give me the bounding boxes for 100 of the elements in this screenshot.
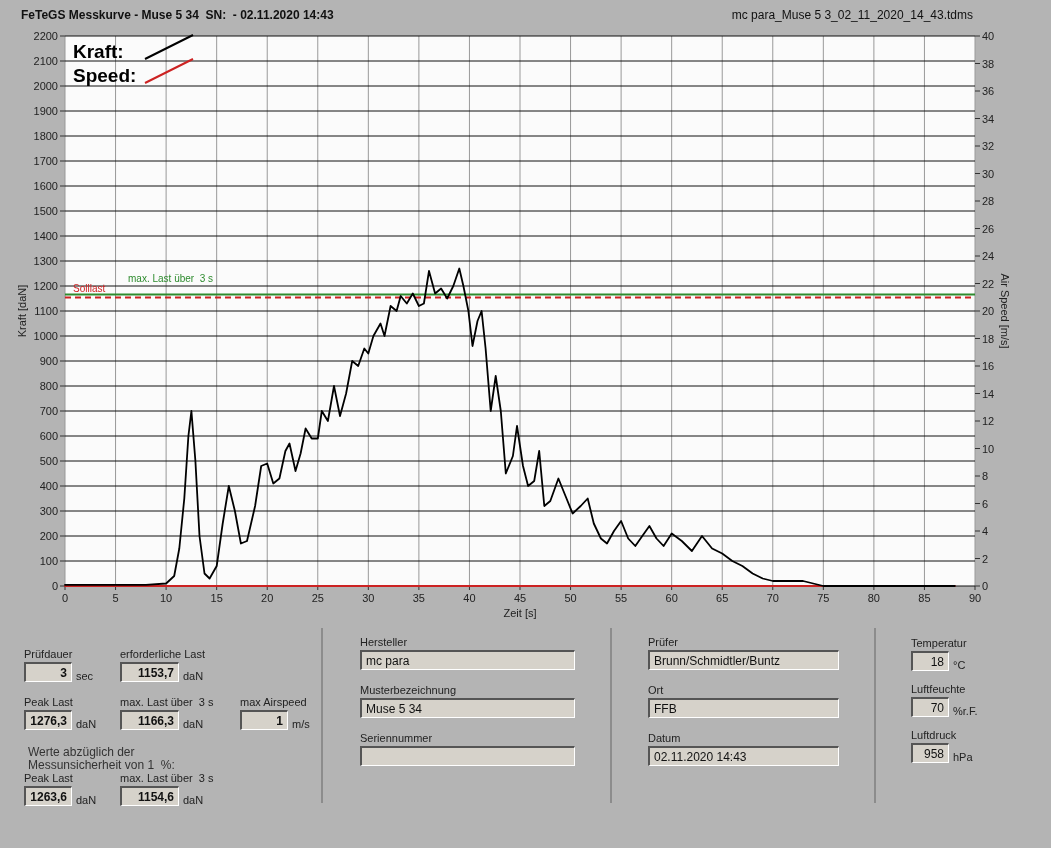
unit-label: %r.F. [953,705,978,717]
x-axis-label: Zeit [s] [503,607,537,619]
value-field[interactable]: 1276,3 [24,710,72,730]
y-tick-label: 1600 [33,180,58,192]
value-field[interactable] [360,746,575,766]
y-tick-label: 100 [39,555,58,567]
y-tick-label: 200 [39,530,58,542]
y-tick-label: 2100 [33,55,58,67]
y2-tick-label: 6 [982,497,989,510]
field-label: Peak Last [24,772,73,784]
x-tick-label: 85 [918,592,931,604]
y2-tick-label: 12 [982,415,995,427]
field-label: Seriennummer [360,732,433,744]
field-label: Prüfer [648,636,678,648]
value-field[interactable]: 1166,3 [120,710,179,730]
value-field[interactable]: 18 [911,651,949,671]
value-field[interactable]: 1153,7 [120,662,179,682]
x-tick-label: 15 [210,592,223,604]
x-tick-label: 45 [513,592,527,604]
y-tick-label: 1500 [33,205,58,217]
y2-axis-label: Air Speed [m/s] [999,273,1011,349]
y2-tick-label: 0 [982,580,989,592]
y-tick-label: 2200 [33,30,58,42]
x-tick-label: 5 [112,592,119,604]
y-tick-label: 500 [39,455,58,467]
field-label: Luftfeuchte [911,683,966,695]
x-tick-label: 75 [817,592,830,604]
x-tick-label: 55 [615,592,628,604]
y-tick-label: 900 [39,355,58,367]
y2-tick-label: 30 [982,167,995,180]
x-tick-label: 70 [766,592,779,604]
y2-tick-label: 36 [982,85,995,97]
y2-tick-label: 26 [982,222,995,235]
value-field[interactable]: 1263,6 [24,786,72,806]
window-title: FeTeGS Messkurve - Muse 5 34 SN: - 02.11.2020 14:43 [21,8,334,22]
x-tick-label: 25 [311,592,324,604]
x-tick-label: 0 [61,592,69,604]
field-label: Luftdruck [911,729,957,741]
y2-tick-label: 22 [982,277,995,290]
x-tick-label: 80 [867,592,880,604]
value-field[interactable]: Muse 5 34 [360,698,575,718]
unit-label: daN [76,794,97,806]
x-tick-label: 10 [160,592,173,604]
y-tick-label: 700 [39,405,58,417]
y2-tick-label: 8 [982,470,989,482]
field-label: max. Last über 3 s [120,696,214,708]
y2-tick-label: 40 [982,30,995,42]
value-field[interactable]: 3 [24,662,72,682]
y-tick-label: 1200 [33,280,58,292]
y-tick-label: 800 [39,380,58,392]
unit-label: daN [183,670,204,682]
x-tick-label: 40 [463,592,476,604]
unit-label: sec [76,670,94,682]
x-tick-label: 20 [261,592,274,604]
value-field[interactable]: 1 [240,710,288,730]
y2-tick-label: 14 [982,387,995,400]
value-field[interactable]: 70 [911,697,949,717]
y-tick-label: 1100 [34,305,58,317]
field-label: Musterbezeichnung [360,684,456,696]
y2-tick-label: 4 [982,525,989,537]
field-label: Hersteller [360,636,408,648]
unit-label: °C [953,659,966,671]
field-label: max. Last über 3 s [120,772,214,784]
x-tick-label: 35 [412,592,425,604]
y-tick-label: 1900 [33,105,58,117]
y-tick-label: 1300 [33,255,58,267]
value-field[interactable]: 02.11.2020 14:43 [648,746,839,766]
y2-tick-label: 2 [982,552,989,565]
y2-tick-label: 32 [982,140,995,152]
y-tick-label: 400 [39,480,58,492]
value-field[interactable]: Brunn/Schmidtler/Buntz [648,650,839,670]
value-field[interactable]: mc para [360,650,575,670]
x-tick-label: 30 [362,592,375,604]
x-tick-label: 50 [564,592,577,604]
note-text: Werte abzüglich der Messunsicherheit von 1 %: [28,746,176,772]
unit-label: hPa [953,751,973,763]
y2-tick-label: 38 [982,57,995,70]
field-label: Peak Last [24,696,73,708]
unit-label: m/s [292,718,310,730]
y2-tick-label: 28 [982,195,995,207]
unit-label: daN [183,718,204,730]
x-tick-label: 60 [665,592,678,604]
value-field[interactable]: 1154,6 [120,786,179,806]
field-label: Ort [648,684,664,696]
y2-tick-label: 16 [982,360,995,372]
file-name: mc para_Muse 5 3_02_11_2020_14_43.tdms [731,8,973,22]
y-tick-label: 0 [51,580,58,592]
y2-tick-label: 20 [982,305,995,317]
y2-tick-label: 34 [982,112,995,125]
x-tick-label: 90 [968,592,982,604]
value-field[interactable]: FFB [648,698,839,718]
y-tick-label: 1000 [33,330,58,342]
field-label: Prüfdauer [24,648,73,660]
y-tick-label: 600 [39,430,58,442]
value-field[interactable]: 958 [911,743,949,763]
y-tick-label: 300 [39,505,58,517]
legend-label: Kraft: [73,41,124,62]
unit-label: daN [183,794,204,806]
field-label: Temperatur [911,637,967,649]
y-tick-label: 1400 [33,230,58,242]
